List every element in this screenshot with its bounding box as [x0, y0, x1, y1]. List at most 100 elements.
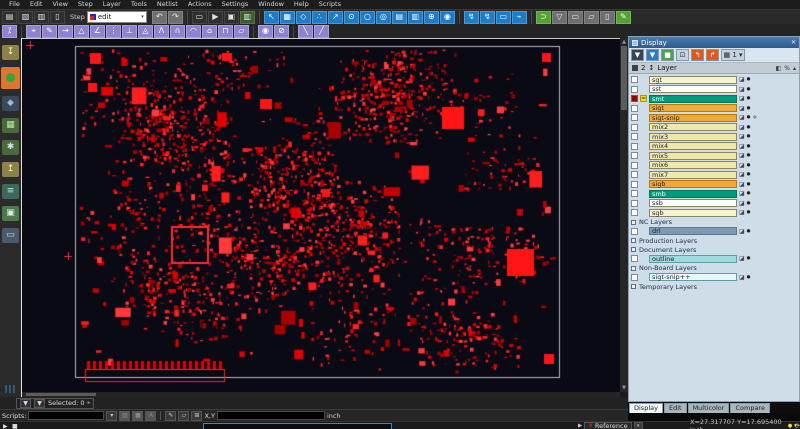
collapse-icon[interactable] — [631, 220, 636, 225]
move-layer-down-icon[interactable]: ↱ — [706, 49, 719, 61]
tab-edit[interactable]: Edit — [664, 403, 687, 413]
command-input[interactable] — [203, 423, 392, 429]
layer-checkbox[interactable] — [631, 124, 638, 131]
align-tool-icon[interactable]: ⋮ — [106, 25, 121, 38]
layer-name[interactable]: smt — [649, 95, 737, 103]
layer-name[interactable]: mix7 — [649, 171, 737, 179]
layer-name[interactable]: mix2 — [649, 123, 737, 131]
layer-row-mix3[interactable]: mix3◪● — [629, 132, 799, 142]
section-temporary-layers[interactable]: Temporary Layers — [629, 282, 799, 291]
import-job-icon[interactable]: ↧ — [2, 45, 19, 60]
layers-tool-icon[interactable]: ≡ — [2, 184, 19, 199]
tab-display[interactable]: Display — [629, 403, 663, 413]
mode-play-icon[interactable]: ▶ — [578, 423, 582, 429]
layer-row-sigb[interactable]: sigb◪● — [629, 180, 799, 190]
color-swatch-icon[interactable]: ◪ — [739, 190, 745, 197]
layer-name[interactable]: ssb — [649, 199, 737, 207]
arc-icon[interactable]: ∩ — [170, 25, 185, 38]
layer-name[interactable]: sigt — [649, 104, 737, 112]
grid-snap-icon[interactable]: ⊞ — [191, 411, 202, 421]
visibility-dot-icon[interactable]: ● — [747, 163, 751, 168]
undo-icon[interactable]: ↶ — [152, 11, 167, 24]
color-swatch-icon[interactable]: ◪ — [739, 200, 745, 207]
new-file-icon[interactable]: ▤ — [2, 11, 17, 24]
snap-center-icon[interactable]: ▯ — [600, 11, 615, 24]
snap-mid-icon[interactable]: ▱ — [584, 11, 599, 24]
grid-tool-icon[interactable]: ▦ — [2, 118, 19, 133]
select-arrow-icon[interactable]: ↖ — [264, 11, 279, 24]
layer-row-sst[interactable]: sst◪● — [629, 85, 799, 95]
scripts-input[interactable] — [28, 411, 104, 420]
menu-window[interactable]: Window — [253, 1, 289, 8]
visibility-dot-icon[interactable]: ● — [747, 125, 751, 130]
save-icon[interactable]: ▥ — [34, 11, 49, 24]
home-plate-icon[interactable]: ⌂ — [202, 25, 217, 38]
color-swatch-icon[interactable]: ◪ — [739, 152, 745, 159]
selection-expand-icon[interactable]: ▸ — [88, 400, 91, 406]
menu-file[interactable]: File — [4, 1, 25, 8]
section-production-layers[interactable]: Production Layers — [629, 236, 799, 245]
run-step-icon[interactable]: ▶ — [208, 11, 223, 24]
color-swatch-icon[interactable]: ◪ — [739, 274, 745, 281]
layer-checkbox[interactable] — [631, 152, 638, 159]
visibility-dot-icon[interactable]: ● — [747, 275, 751, 280]
visibility-dot-icon[interactable]: ● — [747, 87, 751, 92]
hscroll-thumb[interactable] — [26, 393, 96, 396]
layer-row-sigt[interactable]: sigt◪● — [629, 104, 799, 114]
zoom-icon[interactable]: ⊙ — [344, 11, 359, 24]
layer-row-mix2[interactable]: mix2◪● — [629, 123, 799, 133]
reference-select-icon[interactable]: ◇ — [296, 11, 311, 24]
visibility-dot-icon[interactable]: ● — [747, 153, 751, 158]
layer-checkbox[interactable] — [631, 133, 638, 140]
color-swatch-icon[interactable]: ◪ — [739, 95, 745, 102]
layer-row-outline[interactable]: outline◪● — [629, 254, 799, 264]
pcb-workspace[interactable] — [22, 38, 620, 392]
run-script-icon[interactable]: ▶ — [3, 422, 8, 429]
layer-row-mix5[interactable]: mix5◪● — [629, 151, 799, 161]
point-select-icon[interactable]: ∴ — [312, 11, 327, 24]
header-icon-2[interactable]: ▴ — [793, 65, 796, 72]
visibility-dot-icon[interactable]: ● — [747, 172, 751, 177]
stop-run-icon[interactable]: ■ — [12, 422, 18, 429]
layer-toggle-icon[interactable]: ⁒ — [2, 25, 17, 38]
clear-reference-icon[interactable]: ✕ — [588, 423, 593, 429]
collapse-icon[interactable] — [631, 247, 636, 252]
selection-filter-clear-icon[interactable]: ▼✕ — [34, 399, 45, 408]
triangle-tool-icon[interactable]: △ — [74, 25, 89, 38]
erase-icon[interactable]: ◉ — [258, 25, 273, 38]
menu-layer[interactable]: Layer — [98, 1, 126, 8]
layer-name[interactable]: mix3 — [649, 133, 737, 141]
print-icon[interactable]: ▯ — [50, 11, 65, 24]
redo-icon[interactable]: ↷ — [168, 11, 183, 24]
layer-checkbox[interactable] — [631, 274, 638, 281]
chevron-down-icon[interactable]: ▾ — [141, 14, 144, 20]
fabrication-icon[interactable]: ◆ — [2, 96, 19, 111]
layer-name[interactable]: sst — [649, 85, 737, 93]
collapse-icon[interactable] — [631, 284, 636, 289]
visibility-dot-icon[interactable]: ● — [747, 144, 751, 149]
menu-actions[interactable]: Actions — [183, 1, 217, 8]
layer-row-sigt-snip++[interactable]: sigt-snip++◪● — [629, 273, 799, 283]
visibility-dot-icon[interactable]: ● — [747, 210, 751, 215]
color-swatch-icon[interactable]: ◪ — [739, 255, 745, 262]
status-expand-icon[interactable]: ▾ — [794, 423, 797, 429]
layer-checkbox[interactable] — [631, 190, 638, 197]
window-tool-icon[interactable]: ▭ — [496, 11, 511, 24]
layer-row-mix6[interactable]: mix6◪● — [629, 161, 799, 171]
visibility-dot-icon[interactable]: ● — [747, 96, 751, 101]
tab-compare[interactable]: Compare — [730, 403, 770, 413]
display-panel-titlebar[interactable]: Display ✕ — [629, 37, 799, 48]
layer-row-drl[interactable]: drl◪● — [629, 227, 799, 237]
color-swatch-icon[interactable]: ◪ — [739, 171, 745, 178]
selection-filter-icon[interactable]: ▼ — [20, 399, 31, 408]
dome-icon[interactable]: ◠ — [186, 25, 201, 38]
pencil-icon[interactable]: ✎ — [165, 411, 176, 421]
workstation-icon[interactable]: ▭ — [2, 228, 19, 243]
step-selector[interactable]: edit ▾ — [87, 11, 147, 23]
visibility-dot-icon[interactable]: ● — [747, 77, 751, 82]
settings-tool-icon[interactable]: ✱ — [2, 140, 19, 155]
magnet-icon[interactable]: ⊃ — [536, 11, 551, 24]
layer-checkbox[interactable] — [631, 95, 638, 102]
export-icon[interactable]: ↥ — [2, 162, 19, 177]
layer-name[interactable]: mix6 — [649, 161, 737, 169]
